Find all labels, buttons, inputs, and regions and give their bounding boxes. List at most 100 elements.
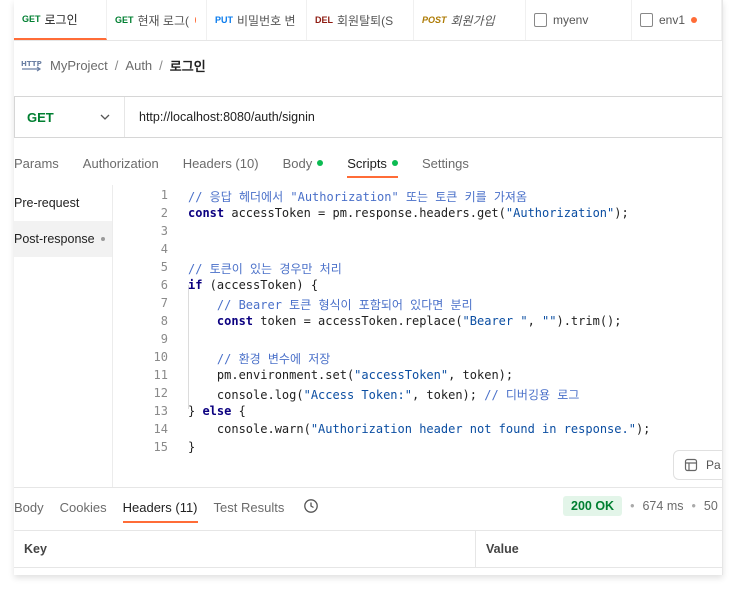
code-line: // 응답 헤더에서 "Authorization" 또는 토큰 키를 가져옴: [188, 188, 527, 205]
content-indicator-dot: [317, 160, 324, 166]
request-tab[interactable]: DEL 회원탈퇴(S: [307, 0, 414, 40]
breadcrumb-current-request[interactable]: 로그인: [170, 56, 206, 75]
code-text: pm.environment.set(: [188, 368, 355, 382]
tab-label: 현재 로그(: [137, 13, 190, 28]
code-string: "Authorization header not found in respo…: [310, 422, 636, 436]
active-indicator-dot: [100, 237, 105, 241]
response-tabs: Body Cookies Headers (11) Test Results: [14, 494, 300, 523]
method-badge: PUT: [215, 15, 233, 25]
method-badge: GET: [115, 15, 134, 25]
code-string: "accessToken": [354, 368, 449, 382]
separator-dot: •: [691, 499, 696, 513]
sidebar-item-pre-request[interactable]: Pre-request: [14, 185, 112, 221]
code-line: const token = accessToken.replace("Beare…: [188, 314, 622, 328]
tab-body[interactable]: Body: [283, 150, 324, 176]
method-dropdown[interactable]: GET: [15, 97, 125, 137]
script-editor[interactable]: 1 // 응답 헤더에서 "Authorization" 또는 토큰 키를 가져옴…: [113, 185, 722, 487]
code-text: console.warn(: [188, 422, 311, 436]
code-keyword: const: [216, 314, 254, 328]
request-tab[interactable]: GET 현재 로그(: [107, 0, 207, 40]
response-tab-cookies[interactable]: Cookies: [60, 494, 107, 520]
tab-label: 로그인: [44, 12, 78, 27]
unsaved-dot: [691, 17, 698, 23]
code-comment: // 디버깅용 로그: [484, 388, 580, 402]
code-text: (accessToken) {: [202, 278, 319, 292]
response-status-bar: 200 OK • 674 ms • 50: [563, 495, 718, 517]
code-line: // 환경 변수에 저장: [188, 350, 330, 367]
response-tab-test-results[interactable]: Test Results: [214, 494, 285, 520]
request-tab[interactable]: env1: [632, 0, 722, 40]
code-string: "Bearer ": [462, 314, 528, 328]
tab-label: 비밀번호 변: [237, 13, 296, 28]
status-badge[interactable]: 200 OK: [563, 496, 623, 516]
breadcrumb-separator: /: [114, 57, 119, 73]
tab-authorization[interactable]: Authorization: [83, 150, 159, 176]
line-number: 12: [153, 386, 168, 400]
tab-label: env1: [659, 13, 686, 27]
line-number: 1: [160, 188, 168, 202]
response-pane: Body Cookies Headers (11) Test Results 200 …: [14, 487, 722, 575]
code-string: "Authorization": [505, 206, 615, 220]
line-number: 3: [160, 224, 168, 238]
code-line: }: [188, 440, 195, 454]
chevron-down-icon: [100, 114, 110, 120]
line-number: 6: [160, 278, 168, 292]
tab-label: Settings: [421, 155, 469, 171]
method-badge: GET: [22, 14, 41, 24]
request-tab[interactable]: myenv: [526, 0, 632, 40]
sidebar-item-post-response[interactable]: Post-response: [14, 221, 112, 257]
code-line: if (accessToken) {: [188, 278, 318, 292]
breadcrumb-folder[interactable]: Auth: [125, 58, 152, 73]
response-time[interactable]: 674 ms: [642, 499, 683, 513]
response-tab-body[interactable]: Body: [14, 494, 44, 520]
content-indicator-dot: [391, 160, 398, 166]
code-line: // 토큰이 있는 경우만 처리: [188, 260, 342, 277]
unsaved-dot: [195, 17, 196, 23]
code-line: pm.environment.set("accessToken", token)…: [188, 368, 513, 382]
code-string: "": [542, 314, 557, 328]
environment-icon: [640, 13, 653, 27]
line-number: 2: [160, 206, 168, 220]
request-tab[interactable]: GET 로그인: [14, 0, 107, 40]
tab-label: Cookies: [59, 499, 107, 515]
code-text: , token);: [411, 388, 485, 402]
code-comment: // Bearer 토큰 형식이 포함되어 있다면 분리: [216, 298, 473, 312]
code-text: }: [188, 404, 203, 418]
url-input[interactable]: http://localhost:8080/auth/signin: [125, 110, 315, 124]
code-comment: // 응답 헤더에서 "Authorization" 또는 토큰 키를 가져옴: [188, 190, 527, 204]
history-icon[interactable]: [303, 498, 319, 514]
tab-label: Body: [14, 499, 44, 515]
response-tab-headers-[interactable]: Headers (11): [122, 494, 198, 523]
line-number: 4: [160, 242, 168, 256]
tab-scripts[interactable]: Scripts: [347, 150, 398, 178]
tab-label: Headers (11): [122, 499, 198, 515]
breadcrumb: HTTP MyProject / Auth / 로그인: [14, 52, 206, 78]
code-keyword: if: [188, 278, 203, 292]
tab-headers[interactable]: Headers (10): [183, 150, 259, 176]
svg-text:HTTP: HTTP: [21, 60, 42, 68]
request-tab[interactable]: POST 회원가입: [414, 0, 526, 40]
code-comment: // 토큰이 있는 경우만 처리: [188, 262, 342, 276]
tab-label: Headers (10): [182, 155, 259, 171]
tab-settings[interactable]: Settings: [422, 150, 469, 176]
separator-dot: •: [630, 499, 635, 513]
postman-window: GET 로그인 GET 현재 로그(PUT 비밀번호 변 DEL 회원탈퇴(S POST 회원가…: [14, 0, 723, 575]
code-line: console.log("Access Token:", token); // …: [188, 386, 579, 403]
line-number: 8: [160, 314, 168, 328]
response-size[interactable]: 50: [704, 499, 718, 513]
request-tab[interactable]: PUT 비밀번호 변: [207, 0, 307, 40]
method-badge: POST: [422, 15, 447, 25]
code-line: // Bearer 토큰 형식이 포함되어 있다면 분리: [188, 296, 473, 313]
code-text: token = accessToken.replace(: [253, 314, 463, 328]
code-line: const accessToken = pm.response.headers.…: [188, 206, 629, 220]
tab-label: 회원탈퇴(S: [337, 13, 394, 28]
url-bar: GET http://localhost:8080/auth/signin: [14, 96, 722, 138]
http-icon: HTTP: [21, 60, 42, 72]
packages-button[interactable]: Pa: [673, 450, 722, 480]
method-badge: DEL: [315, 15, 333, 25]
line-number: 7: [160, 296, 168, 310]
tab-params[interactable]: Params: [14, 150, 59, 176]
breadcrumb-project[interactable]: MyProject: [50, 58, 108, 73]
